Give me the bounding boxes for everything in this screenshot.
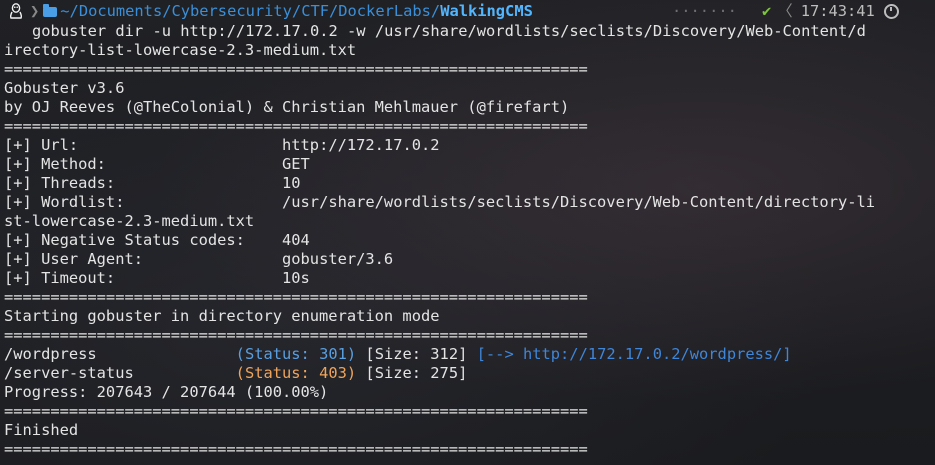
config-gap [143, 250, 282, 268]
banner-version: Gobuster v3.6 [4, 79, 125, 97]
config-line: st-lowercase-2.3-medium.txt [4, 212, 935, 231]
config-line: [+] Method: GET [4, 155, 935, 174]
config-key: [+] Timeout: [4, 269, 116, 287]
separator: ========================================… [4, 402, 588, 420]
chevron-left-icon: 〈 [777, 2, 793, 20]
results-block: /wordpress (Status: 301) [Size: 312] [--… [4, 345, 935, 383]
config-key: st-lowercase-2.3-medium.txt [4, 212, 255, 230]
config-value: 10 [282, 174, 301, 192]
config-value: http://172.17.0.2 [282, 136, 440, 154]
config-key: [+] Wordlist: [4, 193, 125, 211]
result-size: [Size: 275] [365, 364, 468, 382]
config-gap [115, 174, 282, 192]
prompt-right-segment: ✔ 〈 17:43:41 [762, 0, 899, 22]
config-gap [106, 155, 282, 173]
result-status: (Status: 403) [235, 364, 357, 382]
prompt-current-dir: WalkingCMS [440, 2, 533, 20]
separator: ========================================… [4, 326, 588, 344]
separator: ========================================… [4, 60, 588, 78]
config-key: [+] Negative Status codes: [4, 231, 245, 249]
shell-prompt: ❯ ~/Documents/Cybersecurity/CTF/DockerLa… [4, 0, 935, 22]
prompt-time: 17:43:41 [800, 2, 875, 20]
clock-icon [883, 3, 899, 19]
config-line: [+] Timeout: 10s [4, 269, 935, 288]
config-key: [+] Method: [4, 155, 106, 173]
config-line: [+] Wordlist: /usr/share/wordlists/secli… [4, 193, 935, 212]
folder-icon [43, 4, 58, 17]
config-value: /usr/share/wordlists/seclists/Discovery/… [282, 193, 876, 211]
mode-line: Starting gobuster in directory enumerati… [4, 307, 440, 325]
config-gap [124, 193, 282, 211]
result-status: (Status: 301) [235, 345, 357, 363]
terminal-output[interactable]: ❯ ~/Documents/Cybersecurity/CTF/DockerLa… [4, 2, 935, 459]
result-row: /server-status (Status: 403) [Size: 275] [4, 364, 935, 383]
config-key: [+] Url: [4, 136, 79, 154]
result-redirect-link[interactable]: [--> http://172.17.0.2/wordpress/] [477, 345, 792, 363]
separator: ========================================… [4, 117, 588, 135]
result-gap [97, 345, 236, 363]
result-row: /wordpress (Status: 301) [Size: 312] [--… [4, 345, 935, 364]
config-value: gobuster/3.6 [282, 250, 394, 268]
config-gap [78, 136, 282, 154]
result-size: [Size: 312] [365, 345, 468, 363]
config-line: [+] Negative Status codes: 404 [4, 231, 935, 250]
config-gap [245, 231, 282, 249]
config-gap [115, 269, 282, 287]
config-key: [+] User Agent: [4, 250, 143, 268]
result-path: /server-status [4, 364, 134, 382]
separator: ========================================… [4, 440, 588, 458]
prompt-path: ~/Documents/Cybersecurity/CTF/DockerLabs… [60, 2, 441, 20]
config-value: 404 [282, 231, 310, 249]
config-block: [+] Url: http://172.17.0.2 [+] Method: GE… [4, 136, 935, 288]
chevron-right-icon: ❯ [30, 2, 40, 20]
banner-authors: by OJ Reeves (@TheColonial) & Christian … [4, 98, 570, 116]
config-key: [+] Threads: [4, 174, 116, 192]
progress-line: Progress: 207643 / 207644 (100.00%) [4, 383, 329, 401]
separator: ========================================… [4, 288, 588, 306]
result-path: /wordpress [4, 345, 97, 363]
tux-icon [4, 3, 28, 19]
config-value: 10s [282, 269, 310, 287]
command-line: gobuster dir -u http://172.17.0.2 -w /us… [32, 22, 866, 40]
config-line: [+] Threads: 10 [4, 174, 935, 193]
result-gap [134, 364, 236, 382]
config-line: [+] Url: http://172.17.0.2 [4, 136, 935, 155]
command-line-wrap: irectory-list-lowercase-2.3-medium.txt [4, 41, 357, 59]
check-icon: ✔ [762, 2, 772, 20]
finished-line: Finished [4, 421, 79, 439]
config-line: [+] User Agent: gobuster/3.6 [4, 250, 935, 269]
prompt-filler: ······· [672, 2, 737, 20]
config-value: GET [282, 155, 310, 173]
